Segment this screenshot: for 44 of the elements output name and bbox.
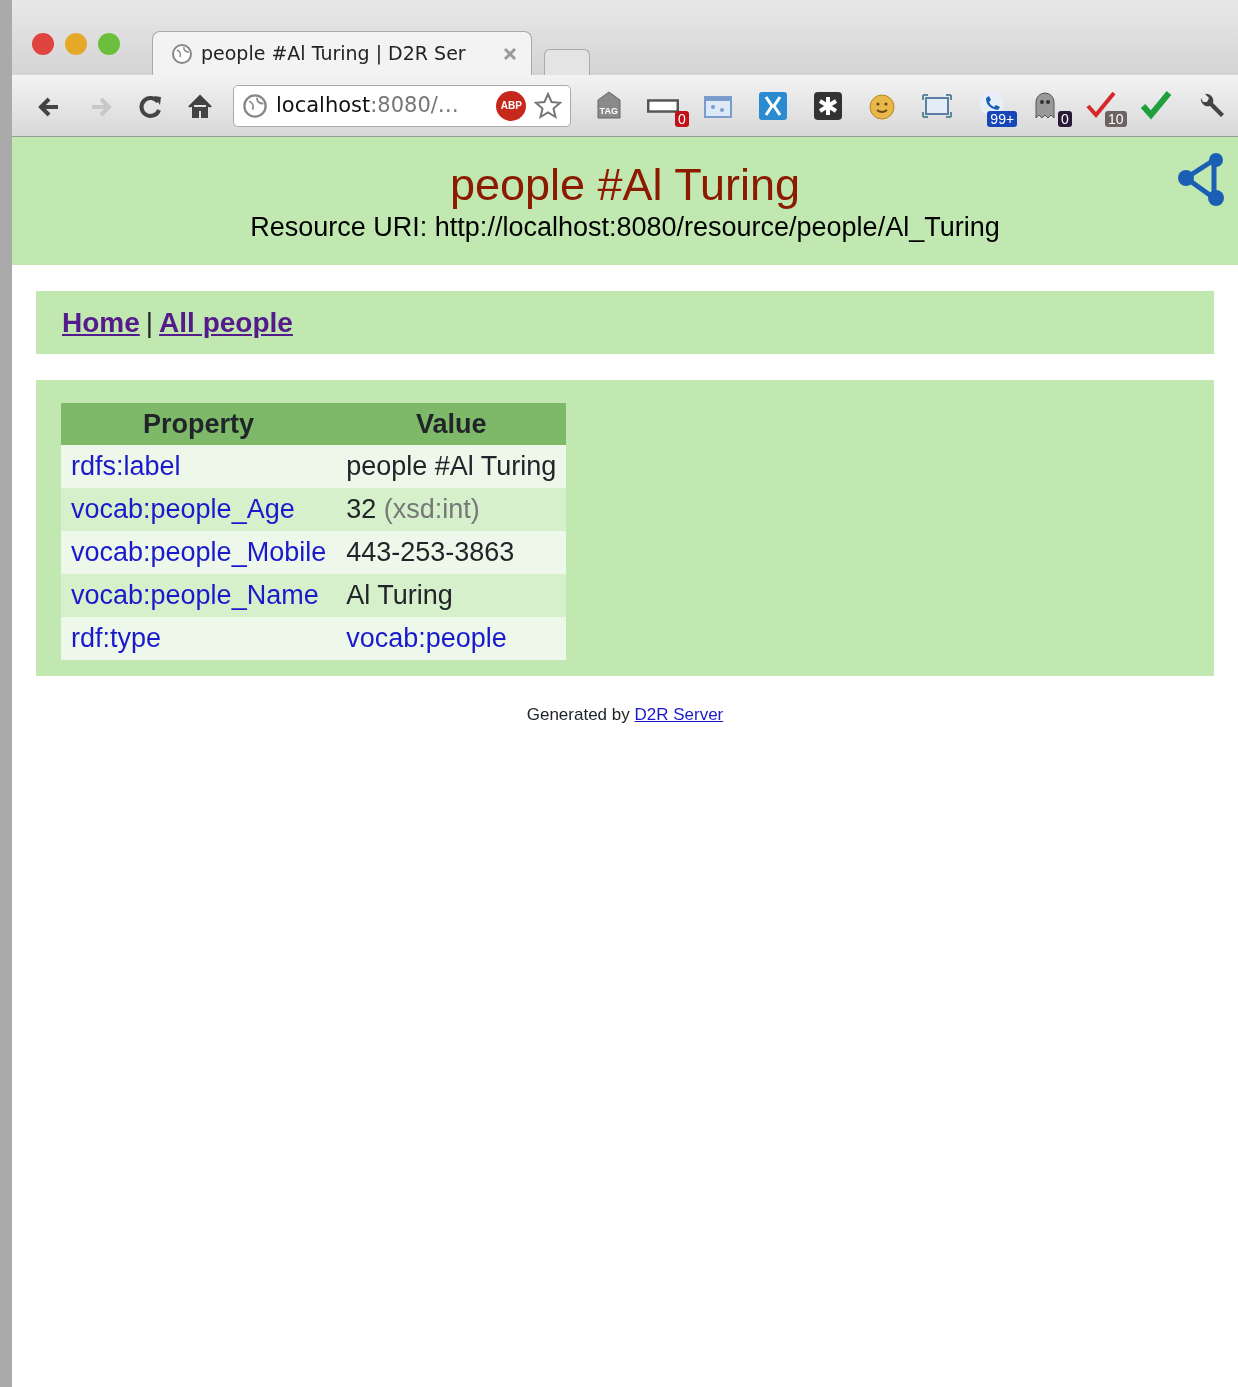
property-link[interactable]: rdfs:label [71, 451, 181, 482]
property-link[interactable]: rdf:type [71, 623, 162, 654]
column-header: Value [336, 403, 567, 445]
datatype-text: (xsd:int) [383, 494, 480, 525]
tag-label: TAG [598, 104, 619, 118]
url-text: localhost:8080/… [276, 91, 460, 119]
adblock-button[interactable]: ABP [496, 90, 527, 121]
extension-button[interactable]: 0 [636, 82, 691, 129]
property-link[interactable]: vocab:people_Mobile [71, 537, 327, 568]
property-link[interactable]: vocab:people_Name [71, 580, 319, 611]
footer-link[interactable]: D2R Server [634, 705, 724, 724]
nav-link[interactable]: Home [62, 301, 140, 344]
butterfly-icon [756, 89, 789, 122]
extension-button[interactable]: 0 [1019, 82, 1074, 129]
value-text: Al Turing [346, 580, 453, 611]
window-control-icon[interactable] [32, 33, 54, 55]
property-link[interactable]: vocab:people_Age [71, 494, 295, 525]
browser-tab[interactable]: people #Al Turing | D2R Ser [152, 31, 532, 75]
new-tab-button[interactable] [544, 49, 590, 75]
window-control-icon[interactable] [98, 33, 120, 55]
count-badge: 0 [1058, 110, 1072, 127]
close-icon[interactable] [503, 46, 517, 61]
asterisk-icon [811, 89, 844, 122]
count-badge: 0 [675, 110, 689, 127]
footer-text: Generated by [526, 705, 631, 724]
value-text: people #Al Turing [346, 451, 557, 482]
value-text: 443-253-3863 [346, 537, 515, 568]
globe-icon [242, 92, 268, 119]
globe-icon [171, 42, 193, 65]
value-text: 32 [346, 494, 377, 525]
extension-button[interactable]: 99+ [964, 82, 1020, 129]
resource-uri: Resource URI: http://localhost:8080/resource/people/Al_Turing [249, 211, 1001, 243]
address-bar[interactable]: localhost:8080/… ABP [233, 84, 572, 127]
check-icon [1139, 89, 1172, 122]
bar-icon [647, 98, 680, 113]
column-header: Property [61, 403, 337, 445]
star-icon[interactable] [534, 91, 563, 120]
nav-link[interactable]: All people [159, 301, 293, 344]
value-link[interactable]: vocab:people [346, 623, 507, 654]
separator-text: | [145, 305, 154, 340]
page-title: people #Al Turing [449, 159, 801, 211]
count-badge: 10 [1104, 110, 1127, 127]
count-badge: 99+ [987, 110, 1018, 127]
extension-button[interactable]: 10 [1073, 82, 1129, 129]
